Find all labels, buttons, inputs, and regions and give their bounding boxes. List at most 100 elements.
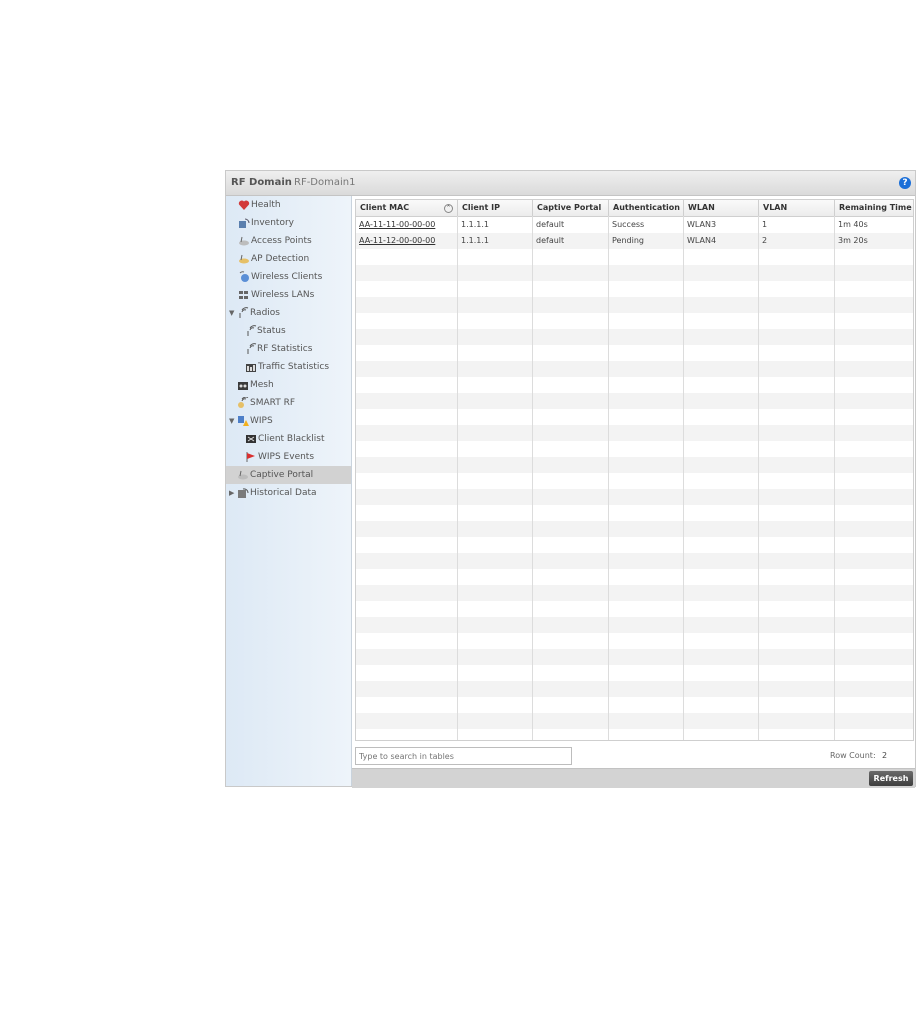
sidebar-item-label: Traffic Statistics — [258, 362, 330, 372]
column-header-vlan[interactable]: VLAN — [759, 200, 835, 216]
table-row-empty — [356, 409, 913, 425]
sidebar-item-wireless-clients[interactable]: Wireless Clients — [226, 268, 351, 286]
captive-portal-clients-table: Client MAC ^ Client IP Captive Portal Au… — [355, 199, 914, 741]
sidebar-item-label: Wireless Clients — [251, 272, 323, 282]
column-header-client-ip[interactable]: Client IP — [458, 200, 533, 216]
table-row-empty — [356, 601, 913, 617]
table-row-empty — [356, 665, 913, 681]
rf-domain-name: RF-Domain1 — [294, 177, 356, 188]
sidebar: Health Inventory Access Points AP Detect… — [226, 196, 352, 786]
table-row-empty — [356, 425, 913, 441]
sidebar-item-status[interactable]: Status — [226, 322, 351, 340]
sidebar-item-label: WIPS — [250, 416, 273, 426]
sidebar-item-inventory[interactable]: Inventory — [226, 214, 351, 232]
column-header-label: Client IP — [462, 203, 500, 212]
sidebar-item-rf-statistics[interactable]: RF Statistics — [226, 340, 351, 358]
sidebar-item-label: Client Blacklist — [258, 434, 325, 444]
table-row-empty — [356, 553, 913, 569]
table-search-input[interactable] — [355, 747, 572, 765]
table-row-empty — [356, 569, 913, 585]
authentication-cell: Pending — [612, 236, 644, 245]
sidebar-item-wips[interactable]: ▼ WIPS — [226, 412, 351, 430]
captive-portal-icon — [238, 470, 248, 480]
table-row-empty — [356, 681, 913, 697]
radio-icon — [239, 307, 249, 318]
wireless-lans-icon — [239, 291, 248, 299]
table-row-empty — [356, 505, 913, 521]
authentication-cell: Success — [612, 220, 645, 229]
client-blacklist-icon — [246, 435, 256, 443]
sidebar-item-client-blacklist[interactable]: Client Blacklist — [226, 430, 351, 448]
sidebar-item-health[interactable]: Health — [226, 196, 351, 214]
table-row-empty — [356, 265, 913, 281]
captive-portal-cell: default — [536, 236, 565, 245]
table-row-empty — [356, 521, 913, 537]
table-row-empty — [356, 473, 913, 489]
table-row-empty — [356, 393, 913, 409]
sidebar-item-label: Access Points — [251, 236, 312, 246]
table-row-empty — [356, 313, 913, 329]
table-row-empty — [356, 649, 913, 665]
sidebar-item-label: Mesh — [250, 380, 274, 390]
refresh-button[interactable]: Refresh — [869, 771, 913, 786]
smart-rf-icon — [238, 397, 249, 408]
historical-data-icon — [238, 488, 249, 498]
table-row-empty — [356, 441, 913, 457]
sidebar-item-label: RF Statistics — [257, 344, 313, 354]
table-row-empty — [356, 633, 913, 649]
wips-icon — [238, 416, 249, 426]
sidebar-item-label: Radios — [250, 308, 280, 318]
sidebar-item-wips-events[interactable]: WIPS Events — [226, 448, 351, 466]
column-divider — [834, 216, 835, 740]
column-header-label: VLAN — [763, 203, 788, 212]
row-count-label: Row Count: — [830, 751, 876, 760]
sidebar-item-access-points[interactable]: Access Points — [226, 232, 351, 250]
table-row-empty — [356, 297, 913, 313]
sidebar-item-label: Health — [251, 200, 281, 210]
sidebar-item-wireless-lans[interactable]: Wireless LANs — [226, 286, 351, 304]
sort-icon[interactable]: ^ — [444, 204, 453, 213]
row-count-value: 2 — [882, 751, 888, 760]
column-divider — [608, 216, 609, 740]
sidebar-item-label: WIPS Events — [258, 452, 315, 462]
client-mac-link[interactable]: AA-11-12-00-00-00 — [356, 233, 435, 249]
sidebar-item-smart-rf[interactable]: SMART RF — [226, 394, 351, 412]
expand-arrow-icon[interactable]: ▶ — [229, 484, 234, 502]
vlan-cell: 2 — [762, 236, 768, 245]
expand-arrow-icon[interactable]: ▼ — [229, 304, 234, 322]
table-row-empty — [356, 489, 913, 505]
table-row-empty — [356, 457, 913, 473]
sidebar-item-historical-data[interactable]: ▶ Historical Data — [226, 484, 351, 502]
table-row-empty — [356, 281, 913, 297]
table-row[interactable]: AA-11-11-00-00-00 1.1.1.1 default Succes… — [356, 217, 913, 233]
sidebar-item-label: Historical Data — [250, 488, 317, 498]
column-header-captive-portal[interactable]: Captive Portal — [533, 200, 609, 216]
help-icon[interactable]: ? — [899, 177, 911, 189]
column-divider — [683, 216, 684, 740]
sidebar-item-traffic-statistics[interactable]: Traffic Statistics — [226, 358, 351, 376]
remaining-time-cell: 1m 40s — [838, 220, 868, 229]
client-ip-cell: 1.1.1.1 — [461, 220, 489, 229]
column-header-wlan[interactable]: WLAN — [684, 200, 759, 216]
table-row-empty — [356, 713, 913, 729]
traffic-statistics-icon — [246, 364, 256, 372]
expand-arrow-icon[interactable]: ▼ — [229, 412, 234, 430]
column-header-label: Client MAC — [360, 203, 410, 212]
sidebar-item-mesh[interactable]: Mesh — [226, 376, 351, 394]
panel-titlebar: RF Domain RF-Domain1 ? — [226, 171, 915, 196]
client-mac-link[interactable]: AA-11-11-00-00-00 — [356, 217, 435, 233]
inventory-icon — [239, 218, 250, 228]
sidebar-item-radios[interactable]: ▼ Radios — [226, 304, 351, 322]
column-header-remaining-time[interactable]: Remaining Time — [835, 200, 913, 216]
captive-portal-cell: default — [536, 220, 565, 229]
table-row[interactable]: AA-11-12-00-00-00 1.1.1.1 default Pendin… — [356, 233, 913, 249]
sidebar-item-label: Status — [257, 326, 286, 336]
wlan-cell: WLAN3 — [687, 220, 717, 229]
table-row-empty — [356, 329, 913, 345]
sidebar-item-ap-detection[interactable]: AP Detection — [226, 250, 351, 268]
sidebar-item-captive-portal[interactable]: Captive Portal — [226, 466, 351, 484]
column-header-authentication[interactable]: Authentication — [609, 200, 684, 216]
wlan-cell: WLAN4 — [687, 236, 717, 245]
rf-statistics-icon — [247, 343, 257, 354]
column-header-client-mac[interactable]: Client MAC ^ — [356, 200, 458, 216]
